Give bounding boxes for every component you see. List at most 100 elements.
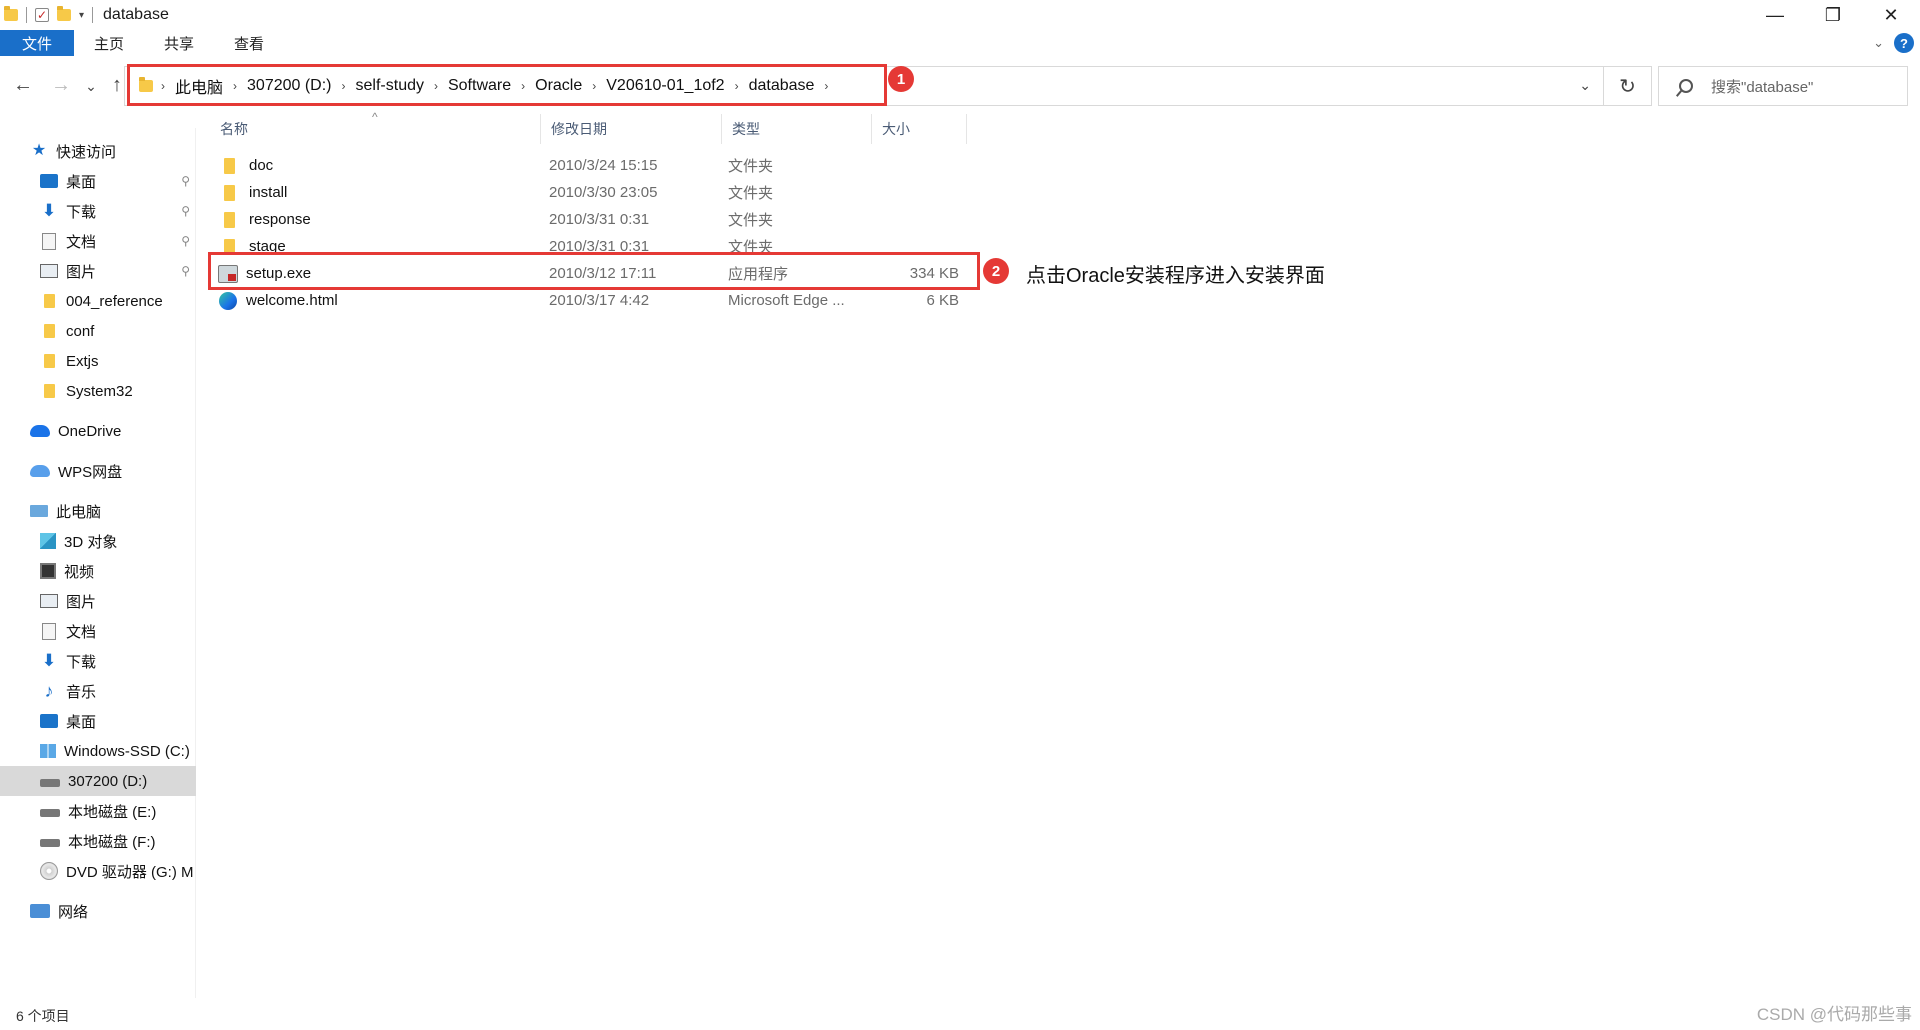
close-button[interactable]: ✕ — [1862, 0, 1920, 30]
desktop-icon — [40, 714, 58, 728]
tab-view[interactable]: 查看 — [214, 30, 284, 56]
pin-icon: ⚲ — [181, 204, 190, 218]
sidebar-item-quick-access[interactable]: ★ 快速访问 — [0, 136, 196, 166]
customize-toolbar-icon[interactable]: ▾ — [79, 10, 84, 21]
file-row-install[interactable]: install 2010/3/30 23:05 文件夹 — [210, 179, 967, 206]
sidebar-item-label: 本地磁盘 (F:) — [68, 833, 156, 851]
folder-icon — [44, 384, 55, 398]
search-input[interactable]: 搜索"database" — [1658, 66, 1908, 106]
folder-icon — [4, 6, 18, 21]
sidebar-item-videos[interactable]: 视频 — [0, 556, 196, 586]
sidebar-item-system32[interactable]: System32 — [0, 376, 196, 406]
search-icon — [1679, 79, 1693, 93]
watermark: CSDN @代码那些事 — [1756, 1005, 1912, 1024]
sidebar-item-004-reference[interactable]: 004_reference — [0, 286, 196, 316]
sidebar-item-wps[interactable]: WPS网盘 — [0, 456, 196, 486]
file-type: 文件夹 — [728, 212, 774, 229]
sidebar-item-downloads[interactable]: ⬇ 下载 ⚲ — [0, 196, 196, 226]
sidebar-item-drive-d[interactable]: 307200 (D:) — [0, 766, 196, 796]
sidebar-item-label: Windows-SSD (C:) — [64, 742, 190, 760]
sidebar-item-label: 3D 对象 — [64, 533, 118, 551]
forward-button[interactable]: → — [50, 74, 72, 97]
sidebar-item-music[interactable]: ♪ 音乐 — [0, 676, 196, 706]
sidebar-item-pc-pictures[interactable]: 图片 — [0, 586, 196, 616]
tab-home[interactable]: 主页 — [74, 30, 144, 56]
sidebar-item-label: 桌面 — [66, 173, 97, 191]
sidebar-item-documents[interactable]: 文档 ⚲ — [0, 226, 196, 256]
desktop-icon — [40, 174, 58, 188]
sidebar-item-dvd-g[interactable]: DVD 驱动器 (G:) M — [0, 856, 196, 886]
folder-icon — [44, 324, 55, 338]
wps-cloud-icon — [30, 465, 50, 477]
sidebar-item-drive-f[interactable]: 本地磁盘 (F:) — [0, 826, 196, 856]
file-type: Microsoft Edge ... — [728, 292, 845, 309]
sidebar-item-label: 音乐 — [66, 683, 97, 701]
folder-icon — [224, 211, 235, 228]
annotation-box-setup — [208, 252, 980, 290]
file-name: response — [249, 211, 311, 228]
sidebar-item-desktop[interactable]: 桌面 ⚲ — [0, 166, 196, 196]
computer-icon — [30, 505, 48, 517]
file-row-welcome-html[interactable]: welcome.html 2010/3/17 4:42 Microsoft Ed… — [210, 287, 967, 314]
onedrive-icon — [30, 425, 50, 437]
sidebar-item-label: 视频 — [64, 563, 95, 581]
help-icon[interactable]: ? — [1894, 33, 1914, 53]
sidebar-item-pc-downloads[interactable]: ⬇ 下载 — [0, 646, 196, 676]
file-name: doc — [249, 157, 274, 174]
file-list-header: 名称 修改日期 类型 大小 — [210, 114, 967, 144]
video-icon — [40, 563, 56, 579]
recent-locations-button[interactable]: ⌄ — [80, 78, 102, 95]
sidebar-item-pc-desktop[interactable]: 桌面 — [0, 706, 196, 736]
document-icon — [42, 622, 56, 640]
sidebar-item-pc-documents[interactable]: 文档 — [0, 616, 196, 646]
properties-icon[interactable]: ✓ — [35, 8, 49, 22]
refresh-button[interactable]: ↻ — [1604, 66, 1652, 106]
file-size: 6 KB — [926, 292, 959, 309]
sidebar-item-this-pc[interactable]: 此电脑 — [0, 496, 196, 526]
sidebar-item-conf[interactable]: conf — [0, 316, 196, 346]
new-folder-icon[interactable] — [57, 6, 71, 21]
pictures-icon — [40, 264, 58, 278]
drive-icon — [40, 779, 60, 787]
tab-file[interactable]: 文件 — [0, 30, 75, 56]
sidebar-item-label: 本地磁盘 (E:) — [68, 803, 157, 821]
toolbar-divider — [92, 7, 94, 23]
file-size — [872, 206, 967, 233]
sidebar-item-pictures[interactable]: 图片 ⚲ — [0, 256, 196, 286]
column-header-name[interactable]: 名称 — [210, 114, 541, 144]
column-header-type[interactable]: 类型 — [722, 114, 872, 144]
file-row-response[interactable]: response 2010/3/31 0:31 文件夹 — [210, 206, 967, 233]
navigation-pane: ★ 快速访问 桌面 ⚲ ⬇ 下载 ⚲ 文档 ⚲ 图片 ⚲ 004_referen… — [0, 128, 196, 998]
sidebar-item-drive-c[interactable]: Windows-SSD (C:) — [0, 736, 196, 766]
minimize-button[interactable]: — — [1746, 0, 1804, 30]
sidebar-item-label: 桌面 — [66, 713, 97, 731]
file-date: 2010/3/24 15:15 — [549, 157, 658, 174]
restore-button[interactable]: ❐ — [1804, 0, 1862, 30]
sidebar-item-label: Extjs — [66, 352, 99, 370]
sidebar-item-extjs[interactable]: Extjs — [0, 346, 196, 376]
expand-ribbon-icon[interactable]: ⌄ — [1873, 35, 1884, 51]
sidebar-item-label: 图片 — [66, 593, 97, 611]
folder-icon — [224, 184, 235, 201]
file-row-doc[interactable]: doc 2010/3/24 15:15 文件夹 — [210, 152, 967, 179]
sidebar-item-label: 004_reference — [66, 292, 163, 310]
sidebar-item-label: 下载 — [66, 653, 97, 671]
tab-share[interactable]: 共享 — [144, 30, 214, 56]
search-placeholder: 搜索"database" — [1711, 78, 1814, 96]
sidebar-item-drive-e[interactable]: 本地磁盘 (E:) — [0, 796, 196, 826]
sidebar-item-3d-objects[interactable]: 3D 对象 — [0, 526, 196, 556]
file-date: 2010/3/30 23:05 — [549, 184, 658, 201]
edge-icon — [219, 291, 237, 310]
column-header-date[interactable]: 修改日期 — [541, 114, 722, 144]
sidebar-item-onedrive[interactable]: OneDrive — [0, 416, 196, 446]
sidebar-item-network[interactable]: 网络 — [0, 896, 196, 926]
address-history-dropdown-icon[interactable]: ⌄ — [1579, 77, 1591, 94]
drive-icon — [40, 809, 60, 817]
window-title: database — [103, 6, 169, 23]
window-controls: — ❐ ✕ — [1746, 0, 1920, 30]
file-type: 文件夹 — [728, 158, 774, 175]
annotation-box-address — [127, 64, 887, 106]
ribbon-tabs: 文件 主页 共享 查看 ⌄ ? — [0, 30, 1920, 56]
back-button[interactable]: ← — [12, 74, 34, 97]
column-header-size[interactable]: 大小 — [872, 114, 967, 144]
